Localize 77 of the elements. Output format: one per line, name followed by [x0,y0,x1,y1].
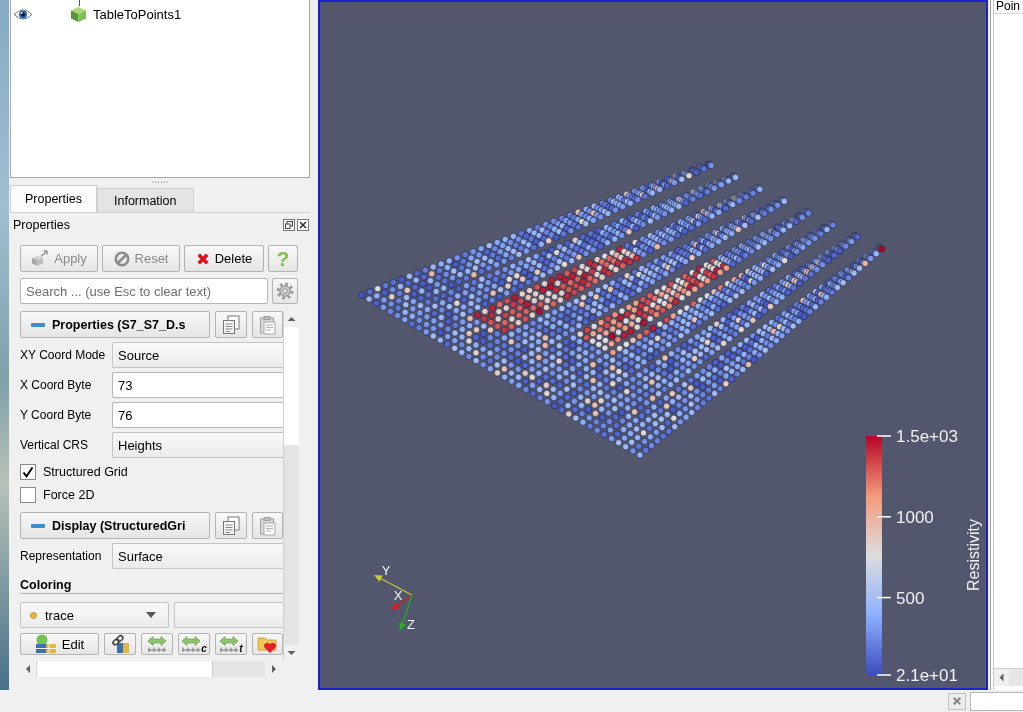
checkbox-label: Structured Grid [43,465,128,479]
checkbox-label: Force 2D [43,488,95,502]
group-heading: Coloring [20,578,72,592]
close-button[interactable] [948,692,966,710]
link-colormap-button[interactable] [104,633,136,655]
folder-heart-icon [256,634,279,654]
grip-icon[interactable] [151,180,168,183]
scrollbar-thumb[interactable] [284,327,299,445]
input-field[interactable] [970,691,1023,711]
tab[interactable]: Information [97,188,194,212]
checkbox[interactable] [20,464,36,480]
copy-icon [222,314,240,335]
search-field[interactable]: Search ... (use Esc to clear text) [20,278,268,304]
scrollbar[interactable] [994,668,1023,686]
delete-button[interactable]: Delete [184,245,264,272]
dropdown[interactable]: Heights [112,432,283,458]
dropdown[interactable]: Source [112,342,283,368]
caret-icon [146,612,156,618]
paste-button[interactable] [252,311,283,338]
tick-mark [876,435,892,437]
clipboard-icon [258,314,277,335]
chain-icon [110,634,130,654]
gear-icon [276,282,294,300]
field-label: Vertical CRS [20,438,90,452]
checkbox[interactable] [20,487,36,503]
cross-icon [195,251,210,266]
clipboard-icon [258,515,277,536]
circle-slash-icon [113,250,130,267]
tick-mark [876,516,892,518]
legend-label: 500 [896,588,925,608]
legend-label: 1000 [896,507,934,527]
cube-icon [70,5,87,23]
dot-icon [30,611,37,619]
double-arrow-icon [219,635,240,653]
legend-label: 1.5e+03 [896,427,958,446]
copy-button[interactable] [215,512,247,539]
tick-mark [876,596,892,599]
paste-button[interactable] [252,512,283,539]
render-view[interactable]: Y X Z 1.5e+03 1000 500 2.1e+01 Resistivity [318,0,988,690]
color-by-dropdown[interactable]: trace [20,602,169,628]
check-icon [22,466,34,478]
copy-icon [222,515,240,536]
pipeline-item[interactable]: TableToPoints1 [93,6,182,22]
input-field[interactable]: 76 [112,402,283,428]
section-header[interactable]: Properties (S7_S7_D.s [20,311,210,338]
field-label: Y Coord Byte [20,408,93,422]
input-field[interactable]: 73 [112,372,283,398]
double-arrow-icon [181,635,202,653]
rescale-button[interactable] [141,633,173,655]
axis-label: X [393,588,403,603]
cube-arrow-icon [31,250,50,267]
cross-icon [952,696,962,706]
field-label: XY Coord Mode [20,348,107,362]
column-header[interactable]: Poin [994,0,1023,14]
tick-mark [876,674,892,676]
field-label: Representation [20,549,103,563]
rescale-time-button[interactable]: t [215,633,247,655]
eye-icon[interactable] [13,7,33,21]
section-header[interactable]: Display (StructuredGri [20,512,210,539]
copy-button[interactable] [215,311,247,338]
tab[interactable]: Properties [10,185,97,212]
axis-label: Y [381,563,391,578]
field-label: X Coord Byte [20,378,93,392]
favorites-button[interactable] [252,633,283,655]
panel-title: Properties [13,218,70,232]
color-map-icon [34,634,57,654]
close-icon[interactable] [297,219,309,231]
scrollbar-thumb[interactable] [36,661,213,677]
double-arrow-icon [147,635,167,653]
dropdown[interactable]: Surface [112,543,283,569]
legend-label: 2.1e+01 [896,666,958,685]
legend-title: Resistivity [964,519,982,591]
rescale-custom-button[interactable]: c [178,633,210,655]
axis-label: Z [407,617,415,632]
float-icon[interactable] [283,219,295,231]
edit-colormap-button[interactable]: Edit [20,633,99,655]
settings-button[interactable] [272,278,298,304]
